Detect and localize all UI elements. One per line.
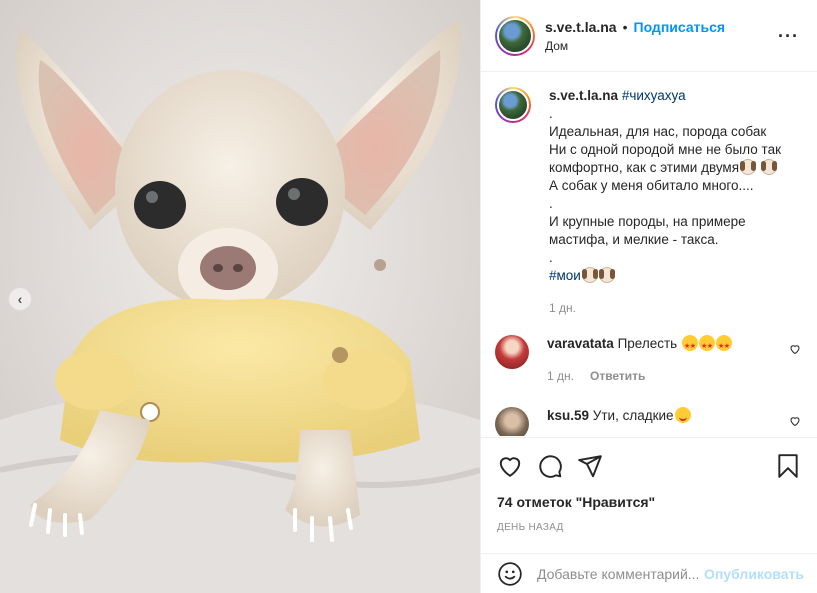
comment-icon[interactable]	[537, 453, 563, 479]
caption-line: .	[549, 106, 553, 121]
dog-emoji-icon	[740, 159, 757, 175]
author-username[interactable]: s.ve.t.la.na	[545, 19, 617, 35]
publish-button[interactable]: Опубликовать	[704, 566, 804, 582]
comments-scroll[interactable]: s.ve.t.la.na #чихуахуа . Идеальная, для …	[481, 73, 817, 436]
comment-input[interactable]	[537, 565, 702, 582]
post-panel: s.ve.t.la.na • Подписаться Дом ··· s.ve.…	[480, 0, 817, 593]
post-photo[interactable]: ‹	[0, 0, 480, 593]
hashtag-link[interactable]: #чихуахуа	[622, 88, 686, 103]
reply-button[interactable]: Ответить	[590, 367, 645, 385]
caption-line: #мои	[549, 267, 799, 285]
post-header: s.ve.t.la.na • Подписаться Дом ···	[481, 0, 817, 72]
heart-icon[interactable]	[497, 453, 523, 479]
avatar[interactable]	[495, 15, 535, 56]
separator-dot: •	[622, 18, 628, 35]
caption-line: И крупные породы, на примере мастифа, и …	[549, 214, 750, 247]
post-date[interactable]: ДЕНЬ НАЗАД	[497, 522, 801, 533]
caption-time[interactable]: 1 дн.	[549, 299, 576, 317]
emoji-icon[interactable]	[497, 561, 523, 587]
dog-emoji-icon	[581, 267, 598, 283]
comment-item: ksu.59 Ути, сладкие	[495, 407, 803, 436]
share-icon[interactable]	[577, 453, 603, 479]
dog-emoji-icon	[760, 159, 777, 175]
caption: s.ve.t.la.na #чихуахуа . Идеальная, для …	[495, 87, 803, 317]
star-eyes-emoji-icon	[698, 335, 715, 356]
like-comment-heart-icon[interactable]	[789, 415, 801, 427]
comment-username[interactable]: varavatata	[547, 336, 614, 351]
comment-text: Ути, сладкие	[592, 408, 674, 423]
more-icon[interactable]: ···	[778, 26, 799, 47]
avatar[interactable]	[495, 87, 531, 123]
caption-line: .	[549, 196, 553, 211]
star-eyes-emoji-icon	[715, 335, 732, 356]
caption-line: Ни с одной породой мне не было так комфо…	[549, 142, 785, 175]
star-eyes-emoji-icon	[681, 335, 698, 356]
like-comment-heart-icon[interactable]	[789, 343, 801, 355]
hashtag-link[interactable]: #мои	[549, 268, 581, 283]
smiling-emoji-icon	[674, 407, 691, 423]
post-actions: 74 отметок "Нравится" ДЕНЬ НАЗАД	[481, 437, 817, 533]
dog-emoji-icon	[598, 267, 615, 283]
caption-line: А собак у меня обитало много....	[549, 178, 754, 193]
location-link[interactable]: Дом	[545, 39, 725, 53]
caption-line: Идеальная, для нас, порода собак	[549, 124, 767, 139]
comment-item: varavatata Прелесть 1 дн. Ответить	[495, 335, 803, 385]
caption-username[interactable]: s.ve.t.la.na	[549, 88, 618, 103]
comment-time[interactable]: 1 дн.	[547, 367, 574, 385]
avatar[interactable]	[495, 335, 529, 369]
comment-username[interactable]: ksu.59	[547, 408, 589, 423]
chihuahua-photo	[0, 0, 480, 593]
add-comment-bar: Опубликовать	[481, 553, 817, 593]
comment-text: Прелесть	[617, 336, 678, 351]
bookmark-icon[interactable]	[775, 453, 801, 479]
avatar[interactable]	[495, 407, 529, 436]
likes-count[interactable]: 74 отметок "Нравится"	[497, 494, 801, 510]
chevron-left-icon[interactable]: ‹	[8, 287, 32, 311]
follow-button[interactable]: Подписаться	[634, 19, 726, 35]
caption-line: .	[549, 250, 553, 265]
